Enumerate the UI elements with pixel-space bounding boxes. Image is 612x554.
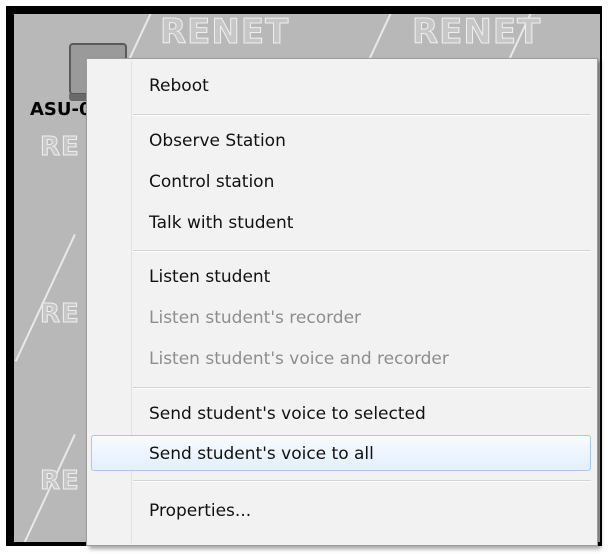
menu-item-control-station[interactable]: Control station [149, 172, 274, 192]
menu-item-send-voice-all[interactable]: Send student's voice to all [149, 444, 374, 464]
watermark: RE [40, 132, 80, 163]
menu-item-properties[interactable]: Properties... [149, 501, 251, 521]
watermark: RE [40, 299, 80, 330]
grid-line [14, 234, 76, 362]
menu-separator [133, 250, 591, 252]
menu-separator [133, 387, 591, 389]
menu-item-listen-voice-and-recorder: Listen student's voice and recorder [149, 349, 449, 369]
station-label: ASU-0 [30, 99, 92, 120]
menu-item-observe-station[interactable]: Observe Station [149, 131, 286, 151]
menu-item-listen-recorder: Listen student's recorder [149, 308, 362, 328]
menu-item-reboot[interactable]: Reboot [149, 76, 209, 96]
menu-item-send-voice-selected[interactable]: Send student's voice to selected [149, 404, 426, 424]
menu-separator [133, 480, 591, 482]
watermark: RE [40, 466, 80, 497]
menu-separator [133, 114, 591, 116]
menu-item-talk-with-student[interactable]: Talk with student [149, 213, 293, 233]
watermark: RENET [159, 14, 290, 53]
watermark: RENET [411, 14, 542, 53]
context-menu: Reboot Observe Station Control station T… [86, 58, 598, 546]
menu-item-listen-student[interactable]: Listen student [149, 267, 270, 287]
